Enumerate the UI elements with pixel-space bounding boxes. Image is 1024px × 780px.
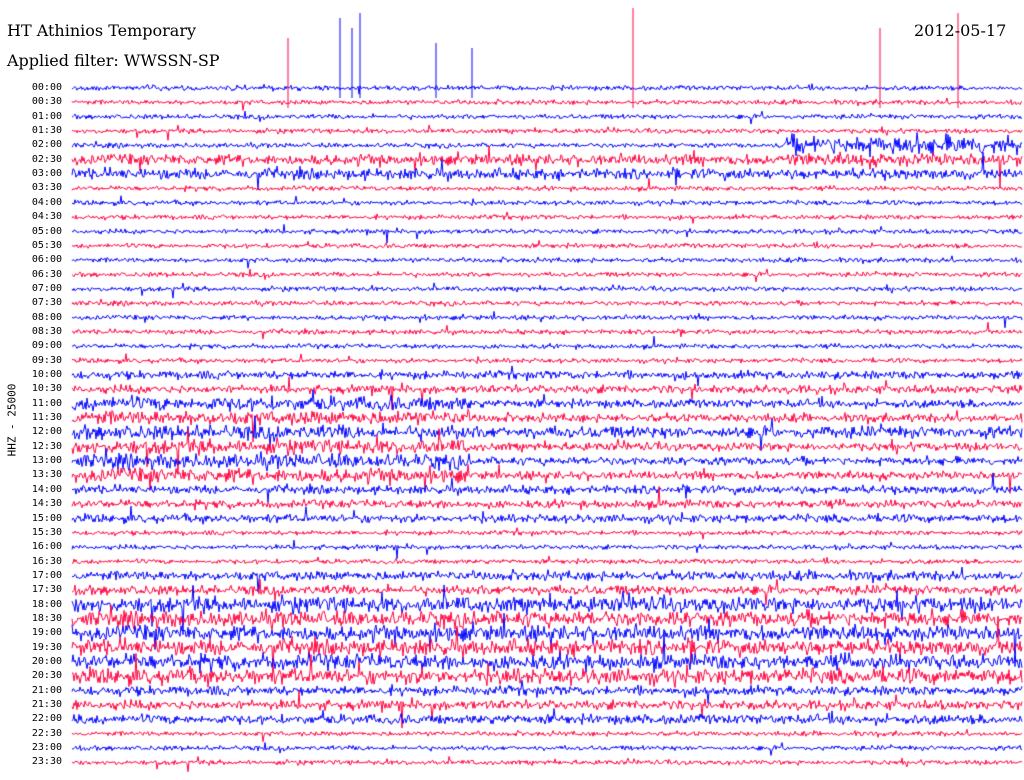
time-tick-label: 01:30	[31, 125, 62, 137]
time-tick-label: 07:30	[31, 297, 62, 309]
time-tick-label: 03:00	[31, 168, 62, 180]
time-tick-label: 20:30	[31, 670, 62, 682]
time-tick-label: 19:00	[31, 627, 62, 639]
time-tick-label: 01:00	[31, 110, 62, 122]
time-tick-label: 23:00	[31, 742, 62, 754]
time-tick-label: 10:30	[31, 383, 62, 395]
time-tick-label: 05:00	[31, 225, 62, 237]
time-tick-label: 18:30	[31, 612, 62, 624]
time-tick-label: 16:30	[31, 555, 62, 567]
time-tick-label: 19:30	[31, 641, 62, 653]
filter-label: Applied filter: WWSSN-SP	[7, 51, 220, 70]
time-tick-label: 14:30	[31, 498, 62, 510]
time-tick-label: 18:00	[31, 598, 62, 610]
time-tick-label: 08:00	[31, 311, 62, 323]
time-tick-label: 17:30	[31, 584, 62, 596]
time-tick-label: 15:30	[31, 526, 62, 538]
time-tick-label: 15:00	[31, 512, 62, 524]
time-tick-label: 13:00	[31, 455, 62, 467]
time-tick-label: 06:30	[31, 268, 62, 280]
time-tick-label: 14:00	[31, 483, 62, 495]
time-tick-label: 12:00	[31, 426, 62, 438]
time-tick-label: 04:00	[31, 196, 62, 208]
time-tick-label: 12:30	[31, 440, 62, 452]
time-tick-label: 22:00	[31, 713, 62, 725]
time-tick-label: 21:30	[31, 699, 62, 711]
time-tick-label: 11:00	[31, 397, 62, 409]
time-tick-label: 22:30	[31, 727, 62, 739]
time-tick-label: 03:30	[31, 182, 62, 194]
time-tick-label: 08:30	[31, 325, 62, 337]
time-tick-label: 00:30	[31, 96, 62, 108]
time-tick-label: 10:00	[31, 369, 62, 380]
time-tick-label: 02:00	[31, 139, 62, 151]
helicorder-plot	[0, 0, 1024, 780]
date-label: 2012-05-17	[914, 21, 1007, 40]
time-tick-label: 00:00	[31, 82, 62, 93]
time-tick-label: 20:00	[31, 656, 62, 667]
time-tick-label: 17:00	[31, 569, 62, 581]
chart-title: HT Athinios Temporary	[7, 21, 197, 40]
time-tick-label: 16:00	[31, 541, 62, 553]
time-tick-label: 09:00	[31, 340, 62, 352]
time-tick-label: 07:00	[31, 282, 62, 294]
time-tick-label: 11:30	[31, 412, 62, 424]
time-tick-label: 13:30	[31, 469, 62, 481]
time-tick-label: 09:30	[31, 354, 62, 366]
time-tick-label: 06:00	[31, 254, 62, 266]
time-tick-label: 23:30	[31, 756, 62, 768]
time-tick-label: 04:30	[31, 211, 62, 223]
time-tick-label: 21:00	[31, 684, 62, 696]
time-tick-label: 02:30	[31, 153, 62, 165]
time-tick-label: 05:30	[31, 239, 62, 251]
